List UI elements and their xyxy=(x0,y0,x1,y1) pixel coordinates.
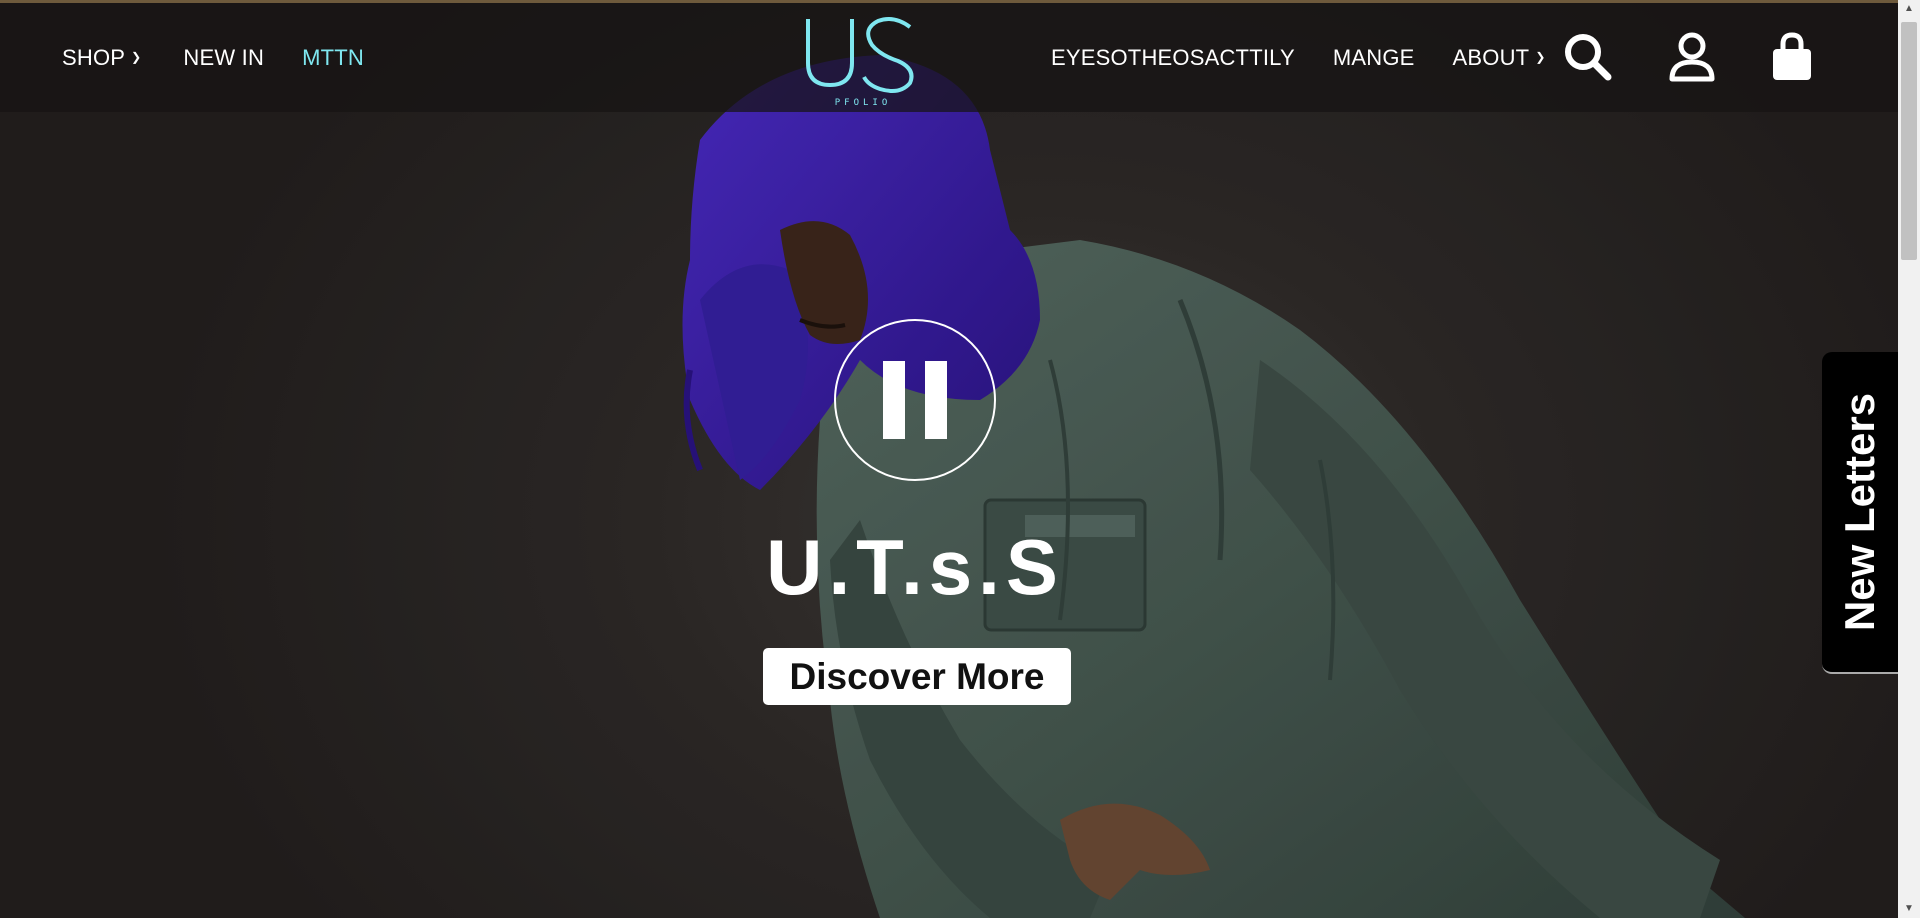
nav-mange-label: MANGE xyxy=(1332,44,1415,70)
nav-shop[interactable]: SHOP ❯ xyxy=(62,45,141,71)
nav-shop-label: SHOP xyxy=(62,44,126,70)
nav-mttn[interactable]: MTTN xyxy=(302,45,364,71)
site-header: SHOP ❯ NEW IN MTTN PFOLIO EYESOTHEOSACTT… xyxy=(0,3,1898,112)
discover-more-button[interactable]: Discover More xyxy=(763,648,1071,705)
scroll-thumb[interactable] xyxy=(1901,22,1917,260)
nav-about[interactable]: ABOUT ❯ xyxy=(1453,45,1546,71)
nav-left: SHOP ❯ NEW IN MTTN xyxy=(62,3,364,112)
cart-button[interactable] xyxy=(1764,29,1820,85)
account-button[interactable] xyxy=(1664,29,1720,85)
newsletter-tab[interactable]: New Letters xyxy=(1822,352,1898,674)
logo-mark: PFOLIO xyxy=(806,17,914,108)
scroll-down-arrow[interactable]: ▼ xyxy=(1898,900,1920,918)
account-icon xyxy=(1669,32,1715,82)
cart-icon xyxy=(1773,32,1811,80)
chevron-down-icon: ❯ xyxy=(1535,49,1546,64)
chevron-down-icon: ❯ xyxy=(131,49,142,64)
site-logo[interactable]: PFOLIO xyxy=(798,11,928,109)
nav-eyesotheosacttily-label: EYESOTHEOSACTTILY xyxy=(1051,44,1295,70)
nav-mange[interactable]: MANGE xyxy=(1333,45,1415,71)
scrollbar[interactable]: ▲ ▼ xyxy=(1898,0,1920,918)
nav-about-label: ABOUT xyxy=(1452,44,1530,70)
pause-button[interactable] xyxy=(834,319,996,481)
nav-mttn-label: MTTN xyxy=(302,44,364,70)
search-icon xyxy=(1565,34,1612,81)
nav-eyesotheosacttily[interactable]: EYESOTHEOSACTTILY xyxy=(1051,45,1295,71)
nav-new-in-label: NEW IN xyxy=(183,44,265,70)
pause-icon xyxy=(883,361,905,439)
newsletter-tab-label: New Letters xyxy=(1836,392,1884,632)
scroll-up-arrow[interactable]: ▲ xyxy=(1898,0,1920,18)
nav-new-in[interactable]: NEW IN xyxy=(183,45,264,71)
search-button[interactable] xyxy=(1560,29,1616,85)
top-border xyxy=(0,0,1920,3)
hero-title: U.T.s.S xyxy=(766,523,1064,611)
nav-right: EYESOTHEOSACTTILY MANGE ABOUT ❯ xyxy=(1051,3,1546,112)
pause-icon-bar xyxy=(925,361,947,439)
logo-sub: PFOLIO xyxy=(835,98,892,108)
